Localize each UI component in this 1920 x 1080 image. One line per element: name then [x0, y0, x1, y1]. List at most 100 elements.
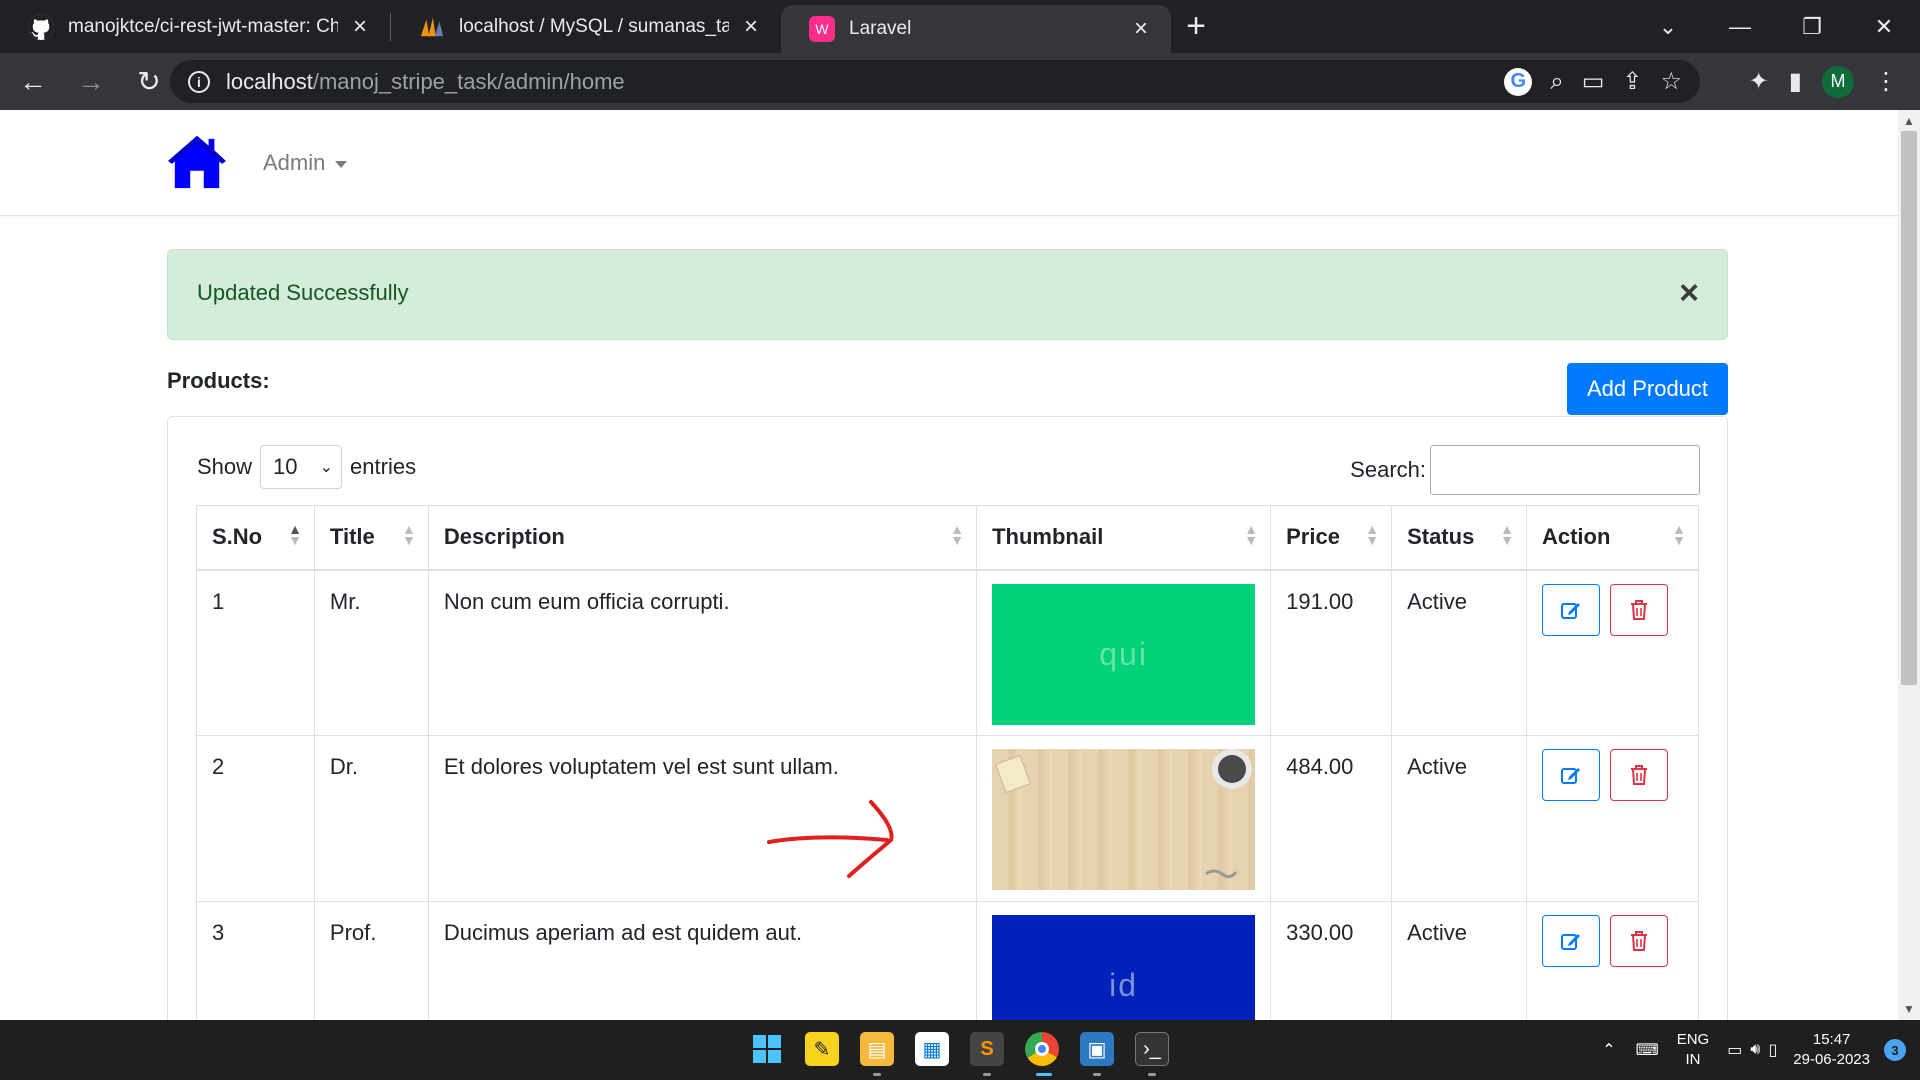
cell-title: Mr.: [313, 569, 429, 736]
back-icon[interactable]: ←: [8, 57, 58, 107]
delete-button[interactable]: [1609, 583, 1668, 636]
show-hidden-icons-icon[interactable]: ⌃: [1602, 1040, 1615, 1060]
clock-time: 15:47: [1812, 1031, 1851, 1048]
system-clock[interactable]: 15:47 29-06-2023: [1793, 1030, 1870, 1070]
app-navbar: Admin: [0, 110, 1898, 216]
close-window-icon[interactable]: ✕: [1848, 14, 1920, 40]
volume-icon[interactable]: 🔊︎: [1750, 1041, 1760, 1059]
running-indicator: [873, 1073, 881, 1076]
windows-taskbar: ✎ ▤ ▦ S ▣ ›_ ⌃ ⌨ ENG IN ▭ 🔊︎ ▯ 15:47 29-…: [0, 1020, 1920, 1080]
page-length-select[interactable]: 10 ⌄: [260, 445, 343, 489]
home-icon[interactable]: [166, 134, 228, 190]
browser-tab-strip: manojktce/ci-rest-jwt-master: Ch × local…: [0, 0, 1920, 53]
side-panel-icon[interactable]: ▮: [1789, 67, 1802, 96]
system-tray: ⌃ ⌨ ENG IN ▭ 🔊︎ ▯ 15:47 29-06-2023 3: [1602, 1020, 1920, 1080]
edit-button[interactable]: [1541, 915, 1600, 967]
address-bar[interactable]: i localhost/manoj_stripe_task/admin/home…: [170, 60, 1700, 103]
browser-tab-laravel[interactable]: W Laravel ×: [781, 5, 1171, 53]
search-label: Search:: [1350, 457, 1426, 482]
laravel-icon: W: [809, 16, 835, 42]
table-row: 1 Mr. Non cum eum officia corrupti. qui …: [196, 569, 1700, 736]
bookmark-star-icon[interactable]: ☆: [1660, 67, 1682, 96]
minimize-icon[interactable]: —: [1704, 14, 1776, 40]
row-actions: [1541, 749, 1683, 801]
url-host: localhost: [226, 68, 313, 94]
alert-message: Updated Successfully: [197, 280, 409, 305]
row-actions: [1541, 583, 1683, 636]
microsoft-store-icon[interactable]: ▦: [915, 1032, 949, 1066]
edit-button[interactable]: [1541, 749, 1600, 801]
close-icon[interactable]: ×: [1129, 15, 1153, 43]
battery-icon[interactable]: ▯: [1768, 1040, 1777, 1060]
restore-icon[interactable]: ❐: [1776, 14, 1848, 40]
edit-button[interactable]: [1541, 583, 1600, 636]
card-icon[interactable]: ▭: [1582, 67, 1605, 96]
reload-icon[interactable]: ↻: [124, 57, 174, 107]
page-length-control: Show 10 ⌄ entries: [197, 445, 416, 489]
chrome-icon[interactable]: [1025, 1032, 1059, 1066]
share-icon[interactable]: ⇪: [1622, 67, 1642, 96]
delete-button[interactable]: [1609, 915, 1668, 967]
file-explorer-icon[interactable]: ▤: [860, 1032, 894, 1066]
add-product-button[interactable]: Add Product: [1567, 363, 1728, 415]
omnibox-actions: G ⌕ ▭ ⇪ ☆: [1504, 60, 1682, 103]
close-icon[interactable]: ×: [739, 13, 763, 41]
cell-sno: 3: [196, 901, 315, 1020]
admin-dropdown[interactable]: Admin: [263, 150, 348, 176]
search-input[interactable]: [1430, 445, 1700, 495]
sort-asc-icon: ▲ ▼: [288, 521, 302, 548]
browser-toolbar: ← → ↻ i localhost/manoj_stripe_task/admi…: [0, 53, 1920, 110]
column-header-sno[interactable]: S.No ▲ ▼: [196, 505, 315, 571]
menu-kebab-icon[interactable]: ⋮: [1874, 67, 1898, 96]
forward-icon[interactable]: →: [66, 57, 116, 107]
entries-label: entries: [350, 454, 417, 479]
close-icon[interactable]: ×: [348, 13, 372, 41]
google-lens-icon[interactable]: G: [1504, 67, 1533, 96]
delete-button[interactable]: [1609, 749, 1668, 801]
sticky-notes-icon[interactable]: ✎: [805, 1032, 839, 1066]
cell-thumbnail: id: [976, 901, 1272, 1020]
page-scrollbar[interactable]: ▲ ▼: [1898, 110, 1920, 1020]
extensions-icon[interactable]: ✦: [1749, 67, 1769, 96]
region-code: IN: [1685, 1051, 1701, 1068]
tab-title: localhost / MySQL / sumanas_tas: [459, 15, 729, 37]
scroll-up-icon[interactable]: ▲: [1898, 114, 1920, 128]
windows-start-icon[interactable]: [750, 1032, 784, 1066]
sort-icon: ▲ ▼: [401, 521, 416, 548]
profile-avatar[interactable]: M: [1822, 65, 1854, 98]
github-icon: [28, 13, 54, 40]
zoom-icon[interactable]: ⌕: [1550, 68, 1563, 96]
new-tab-button[interactable]: +: [1171, 0, 1221, 53]
control-panel-icon[interactable]: ▣: [1080, 1032, 1114, 1066]
keyboard-icon[interactable]: ⌨: [1636, 1040, 1659, 1060]
browser-tab-github[interactable]: manojktce/ci-rest-jwt-master: Ch ×: [0, 0, 390, 53]
site-info-icon[interactable]: i: [188, 70, 210, 93]
cell-status: Active: [1391, 735, 1527, 902]
column-header-action[interactable]: Action ▲ ▼: [1525, 505, 1700, 571]
column-header-price[interactable]: Price ▲ ▼: [1270, 505, 1393, 571]
column-header-status[interactable]: Status ▲ ▼: [1391, 505, 1527, 571]
tab-title: Laravel: [849, 18, 912, 39]
table-row: 2 Dr. Et dolores voluptatem vel est sunt…: [196, 735, 1700, 902]
cell-thumbnail: [976, 735, 1272, 902]
network-icon[interactable]: ▭: [1727, 1040, 1742, 1060]
column-header-title[interactable]: Title ▲ ▼: [313, 505, 429, 571]
sublime-text-icon[interactable]: S: [970, 1032, 1004, 1066]
caret-down-icon: [335, 160, 348, 168]
column-header-description[interactable]: Description ▲ ▼: [427, 505, 978, 571]
scrollbar-thumb[interactable]: [1901, 131, 1917, 685]
browser-tab-phpmyadmin[interactable]: localhost / MySQL / sumanas_tas ×: [391, 0, 781, 53]
chevron-down-icon: ⌄: [319, 459, 334, 476]
trash-icon: [1630, 931, 1647, 951]
table-row: 3 Prof. Ducimus aperiam ad est quidem au…: [196, 901, 1700, 1020]
column-header-thumbnail[interactable]: Thumbnail ▲ ▼: [976, 505, 1272, 571]
scroll-down-icon[interactable]: ▼: [1898, 1002, 1920, 1016]
cell-sno: 1: [196, 569, 315, 736]
cell-description: Ducimus aperiam ad est quidem aut.: [427, 901, 978, 1020]
close-icon[interactable]: ×: [1679, 274, 1699, 313]
terminal-icon[interactable]: ›_: [1135, 1032, 1169, 1066]
notification-badge[interactable]: 3: [1884, 1039, 1906, 1061]
language-indicator[interactable]: ENG IN: [1677, 1030, 1710, 1070]
tab-search-icon[interactable]: ⌄: [1632, 14, 1704, 40]
thumbnail-text: qui: [1099, 635, 1148, 672]
